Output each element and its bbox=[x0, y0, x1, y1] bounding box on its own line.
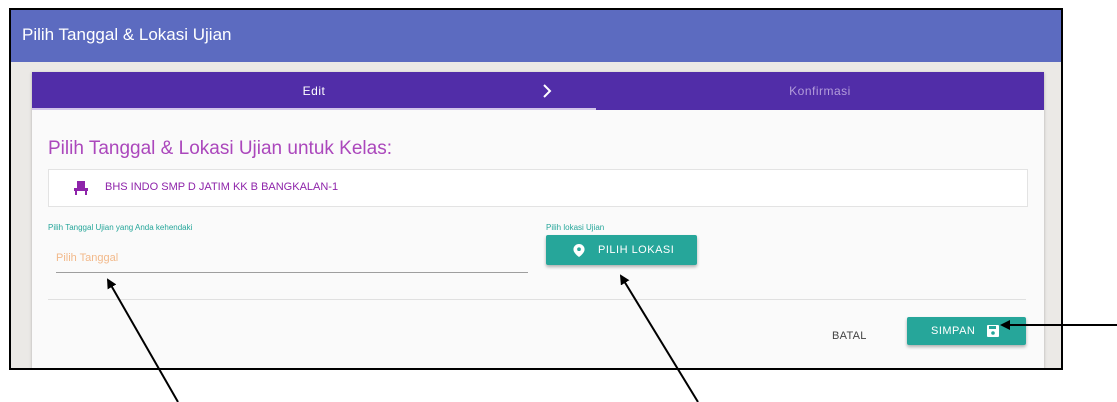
arrow-to-location-button bbox=[619, 274, 699, 402]
arrow-to-date-input bbox=[107, 278, 179, 402]
annotation-arrows bbox=[107, 274, 1117, 402]
